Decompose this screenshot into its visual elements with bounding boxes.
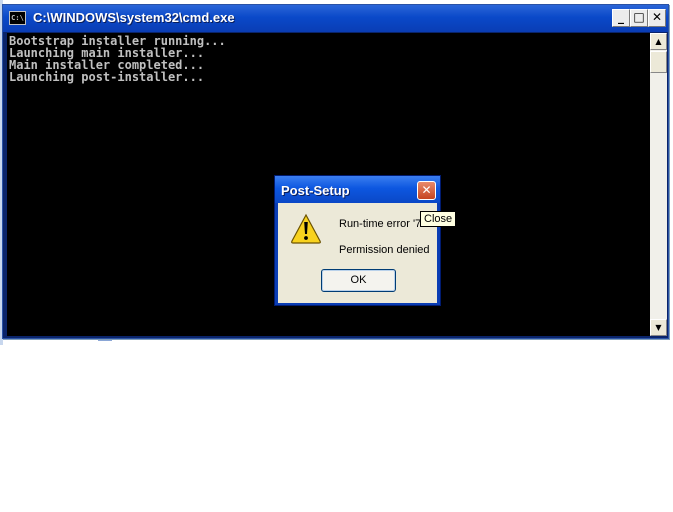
maximize-button[interactable]: □ [630, 9, 648, 27]
cmd-window-title: C:\WINDOWS\system32\cmd.exe [33, 10, 235, 25]
close-tooltip: Close [420, 211, 457, 227]
error-detail: Permission denied [339, 244, 430, 256]
cmd-titlebar[interactable]: C:\ C:\WINDOWS\system32\cmd.exe _ □ ✕ [3, 5, 668, 32]
error-message: Run-time error '7 [339, 218, 422, 230]
cmd-window-icon[interactable]: C:\ [9, 11, 26, 25]
warning-icon [291, 213, 321, 244]
close-button[interactable]: ✕ [648, 9, 666, 27]
dialog-titlebar[interactable]: Post-Setup ✕ [275, 176, 440, 203]
scroll-up-button[interactable]: ▲ [650, 33, 667, 50]
console-line: Launching post-installer... [9, 70, 205, 84]
ok-button[interactable]: OK [321, 269, 396, 292]
dialog-close-button[interactable]: ✕ [417, 181, 436, 200]
minimize-button[interactable]: _ [612, 9, 630, 27]
vertical-scrollbar[interactable]: ▲ ▼ [650, 33, 667, 336]
scroll-down-button[interactable]: ▼ [650, 319, 667, 336]
scroll-thumb[interactable] [650, 51, 667, 73]
dialog-title: Post-Setup [281, 183, 350, 198]
desktop: C:\ C:\WINDOWS\system32\cmd.exe _ □ ✕ Bo… [0, 0, 673, 512]
